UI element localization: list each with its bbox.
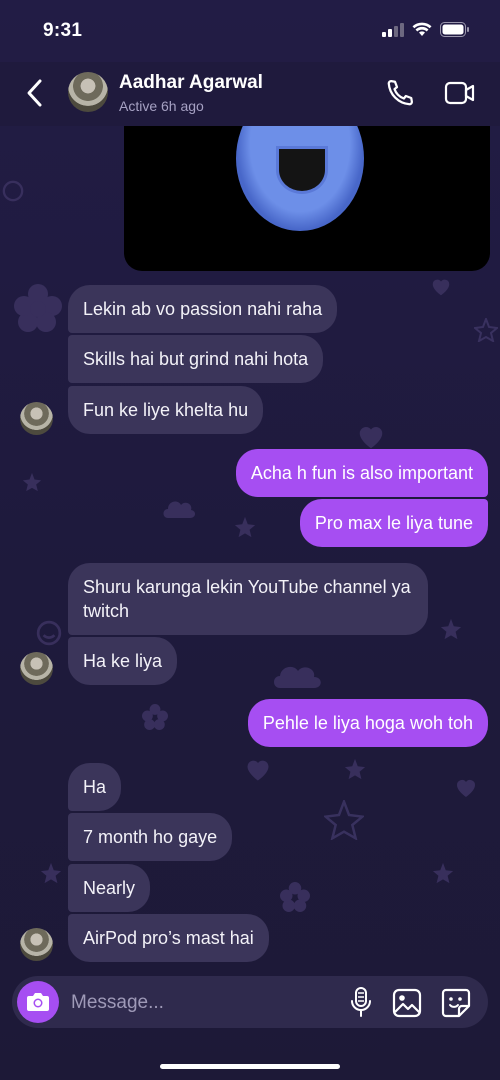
battery-icon: [440, 22, 469, 37]
flower-doodle: [142, 704, 168, 730]
home-indicator[interactable]: [160, 1064, 340, 1069]
incoming-message[interactable]: Ha ke liya: [68, 637, 178, 685]
contact-name[interactable]: Aadhar Agarwal: [119, 72, 263, 94]
star-doodle: [440, 618, 462, 640]
incoming-message[interactable]: Skills hai but grind nahi hota: [68, 335, 324, 383]
cloud-doodle: [274, 666, 321, 688]
star-doodle: [40, 862, 62, 884]
heart-doodle: [359, 427, 383, 449]
back-chevron-icon[interactable]: [22, 77, 48, 109]
image-message[interactable]: [124, 126, 490, 271]
cloud-doodle: [163, 501, 196, 518]
star-doodle: [344, 758, 366, 780]
star-doodle: [22, 472, 42, 492]
outgoing-message[interactable]: Acha h fun is also important: [235, 449, 488, 497]
video-call-icon[interactable]: [444, 78, 476, 108]
phone-call-icon[interactable]: [385, 78, 415, 108]
status-time: 9:31: [43, 20, 83, 41]
chat-header: Aadhar Agarwal Active 6h ago: [0, 62, 500, 126]
wifi-icon: [412, 22, 432, 36]
message-composer: [12, 976, 488, 1028]
incoming-message[interactable]: Shuru karunga lekin YouTube channel ya t…: [68, 563, 428, 635]
incoming-message[interactable]: Lekin ab vo passion nahi raha: [68, 285, 338, 333]
sticker-icon[interactable]: [440, 987, 472, 1019]
heart-doodle: [247, 760, 269, 781]
status-bar: 9:31: [0, 0, 500, 62]
star-doodle: [474, 318, 498, 342]
incoming-message[interactable]: 7 month ho gaye: [68, 813, 233, 861]
heart-doodle: [457, 780, 475, 797]
outgoing-message[interactable]: Pro max le liya tune: [299, 499, 488, 547]
smiley-doodle: [36, 620, 62, 646]
outgoing-message[interactable]: Pehle le liya hoga woh toh: [247, 699, 488, 747]
message-input[interactable]: [69, 989, 313, 1017]
flower-doodle: [14, 284, 62, 332]
smiley-doodle: [2, 180, 24, 202]
incoming-message[interactable]: Fun ke liye khelta hu: [68, 386, 264, 434]
sender-avatar[interactable]: [20, 928, 53, 961]
star-doodle: [432, 862, 454, 884]
cellular-signal-icon: [382, 22, 404, 37]
incoming-message[interactable]: Nearly: [68, 864, 151, 912]
microphone-icon[interactable]: [350, 986, 372, 1018]
memoji-mouth: [276, 146, 328, 194]
status-icons: [382, 22, 470, 37]
star-doodle: [234, 516, 256, 538]
sender-avatar[interactable]: [20, 652, 53, 685]
gallery-icon[interactable]: [392, 988, 422, 1018]
incoming-message[interactable]: Ha: [68, 763, 122, 811]
contact-active-status: Active 6h ago: [119, 98, 204, 114]
camera-icon: [27, 993, 49, 1011]
camera-button[interactable]: [17, 981, 59, 1023]
contact-avatar[interactable]: [68, 72, 108, 112]
incoming-message[interactable]: AirPod pro’s mast hai: [68, 914, 269, 962]
sender-avatar[interactable]: [20, 402, 53, 435]
flower-doodle: [280, 882, 310, 912]
heart-doodle: [432, 279, 450, 296]
star-doodle: [324, 800, 364, 840]
